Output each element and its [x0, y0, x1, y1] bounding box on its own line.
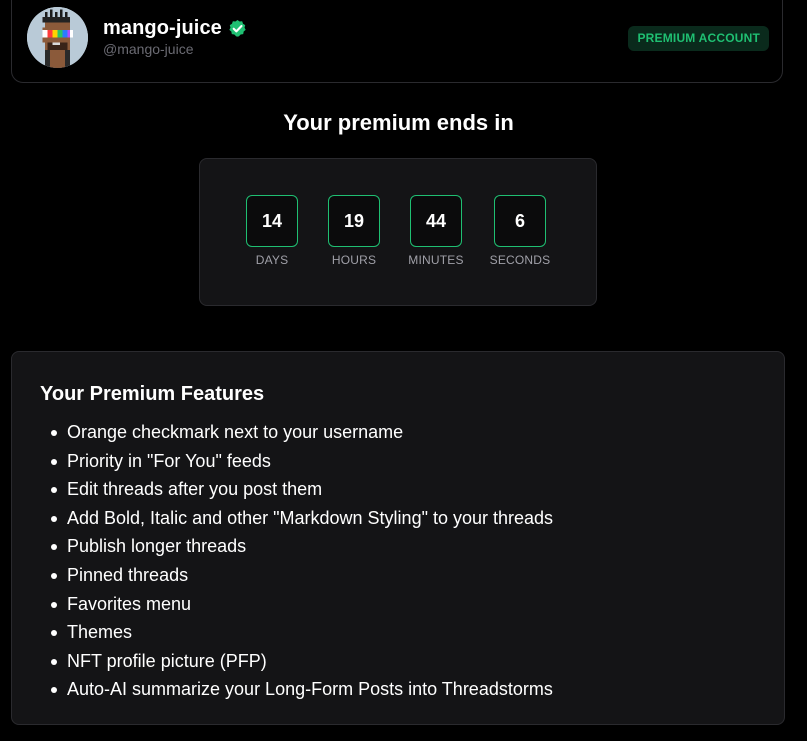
minutes-value: 44: [410, 195, 462, 247]
pixel-avatar-icon: [27, 7, 88, 68]
hours-value: 19: [328, 195, 380, 247]
profile-card: mango-juice @mango-juice PREMIUM ACCOUNT: [11, 0, 783, 83]
countdown-timer: 14 DAYS 19 HOURS 44 MINUTES 6 SECONDS: [199, 158, 597, 306]
days-label: DAYS: [255, 253, 289, 267]
feature-item: Edit threads after you post them: [48, 477, 553, 506]
feature-item: Priority in "For You" feeds: [48, 449, 553, 478]
countdown-title: Your premium ends in: [283, 110, 514, 135]
handle: @mango-juice: [103, 41, 194, 57]
seconds-label: SECONDS: [489, 253, 551, 267]
hours-label: HOURS: [331, 253, 377, 267]
features-list: Orange checkmark next to your username P…: [48, 420, 553, 706]
features-title: Your Premium Features: [40, 383, 265, 405]
name-row: mango-juice: [103, 17, 247, 40]
premium-features-card: Your Premium Features Orange checkmark n…: [11, 351, 785, 725]
feature-item: Add Bold, Italic and other "Markdown Sty…: [48, 506, 553, 535]
countdown-minutes: 44 MINUTES: [396, 195, 476, 267]
feature-item: Auto-AI summarize your Long-Form Posts i…: [48, 677, 553, 706]
feature-item: Publish longer threads: [48, 534, 553, 563]
seconds-value: 6: [494, 195, 546, 247]
countdown-hours: 19 HOURS: [314, 195, 394, 267]
page: mango-juice @mango-juice PREMIUM ACCOUNT…: [0, 0, 807, 741]
feature-item: Pinned threads: [48, 563, 553, 592]
premium-account-badge: PREMIUM ACCOUNT: [628, 26, 769, 51]
days-value: 14: [246, 195, 298, 247]
countdown-seconds: 6 SECONDS: [480, 195, 560, 267]
check-circle-icon: [228, 19, 247, 38]
countdown-days: 14 DAYS: [232, 195, 312, 267]
avatar[interactable]: [27, 7, 88, 68]
feature-item: Themes: [48, 620, 553, 649]
feature-item: Favorites menu: [48, 592, 553, 621]
minutes-label: MINUTES: [408, 253, 464, 267]
feature-item: NFT profile picture (PFP): [48, 649, 553, 678]
username[interactable]: mango-juice: [103, 17, 222, 40]
feature-item: Orange checkmark next to your username: [48, 420, 553, 449]
